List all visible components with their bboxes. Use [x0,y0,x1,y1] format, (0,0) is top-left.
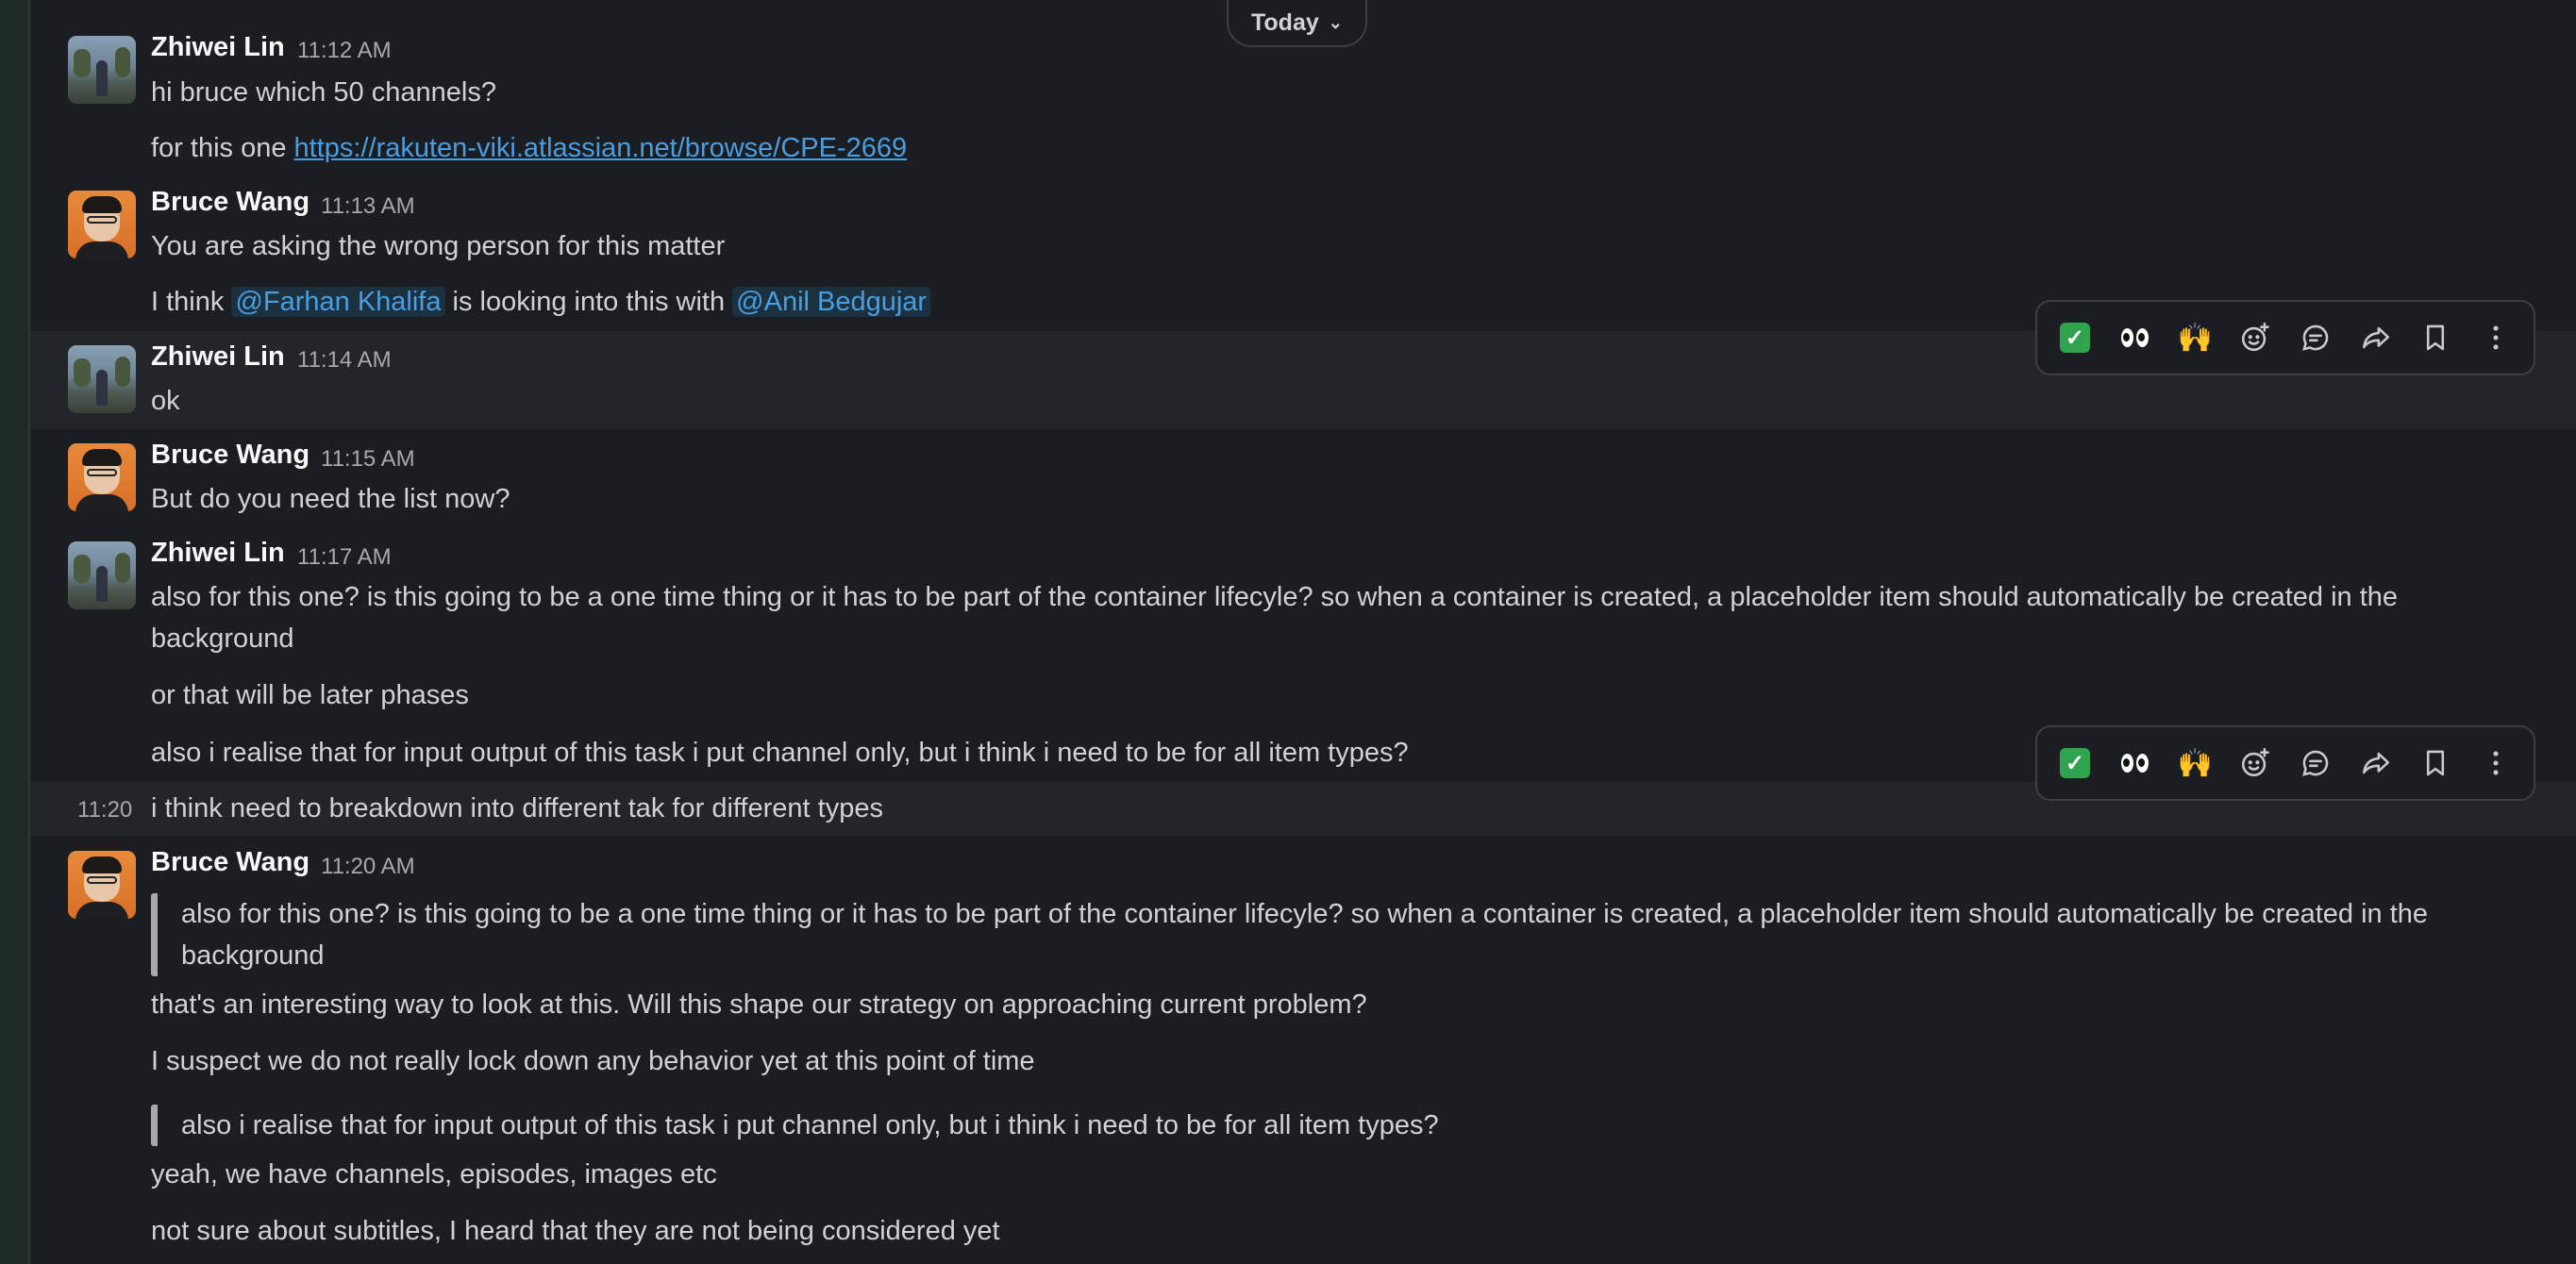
save-for-later-button[interactable] [2410,738,2461,789]
message-text: that's an interesting way to look at thi… [151,990,1367,1020]
message-author[interactable]: Zhiwei Lin [151,32,285,63]
add-reaction-icon [2242,747,2269,777]
jira-link[interactable]: https://rakuten-viki.atlassian.net/brows… [294,133,908,163]
raised-hands-icon: 🙌 [2177,322,2214,354]
eyes-icon [2121,754,2149,773]
message-timestamp[interactable]: 11:15 AM [321,446,415,473]
message-text: i think need to breakdown into different… [151,793,883,823]
message-author[interactable]: Bruce Wang [151,847,309,878]
message-text: hi bruce which 50 channels? [151,77,496,108]
check-mark-icon: ✓ [2059,748,2090,778]
bookmark-icon [2427,324,2445,351]
avatar[interactable] [68,36,136,104]
raised-hands-reaction-button[interactable]: 🙌 [2169,312,2220,363]
raised-hands-icon: 🙌 [2177,747,2214,779]
more-vertical-icon [2493,751,2499,775]
message-text-middle: is looking into this with [444,287,733,317]
reply-in-thread-button[interactable] [2290,312,2341,363]
message-text: I think @Farhan Khalifa is looking into … [151,281,931,323]
chevron-down-icon: ⌄ [1328,12,1343,32]
quoted-message: also for this one? is this going to be a… [151,893,2474,976]
add-reaction-button[interactable] [2230,312,2281,363]
more-actions-button[interactable] [2470,312,2521,363]
message-timestamp[interactable]: 11:13 AM [321,193,415,220]
message-text-prefix: I think [151,287,232,317]
message-text: or that will be later phases [151,680,469,710]
thread-icon [2302,750,2329,776]
user-mention[interactable]: @Anil Bedgujar [732,287,931,317]
message-author[interactable]: Bruce Wang [151,440,309,471]
message-text: ok [151,386,180,416]
avatar[interactable] [68,541,136,609]
more-actions-button[interactable] [2470,738,2521,789]
avatar[interactable] [68,345,136,413]
user-mention[interactable]: @Farhan Khalifa [231,287,445,317]
message-text: You are asking the wrong person for this… [151,231,726,261]
message-author[interactable]: Bruce Wang [151,187,309,218]
quoted-message: also i realise that for input output of … [151,1105,1439,1146]
message-text: not sure about subtitles, I heard that t… [151,1216,1000,1246]
message-timestamp[interactable]: 11:20 AM [321,854,415,880]
message-text: I suspect we do not really lock down any… [151,1046,1035,1076]
add-reaction-icon [2242,322,2269,352]
thread-icon [2302,324,2329,351]
more-vertical-icon [2493,325,2499,350]
workspace-sidebar-edge [0,0,28,1264]
white-check-mark-reaction-button[interactable]: ✓ [2049,738,2100,789]
date-divider-label: Today [1251,8,1319,36]
bookmark-icon [2427,750,2445,776]
eyes-icon [2121,328,2149,347]
message-timestamp[interactable]: 11:17 AM [297,544,392,571]
avatar[interactable] [68,443,136,511]
check-mark-icon: ✓ [2059,323,2090,353]
message-author[interactable]: Zhiwei Lin [151,341,285,373]
message-text: yeah, we have channels, episodes, images… [151,1159,717,1189]
forward-message-button[interactable] [2350,312,2401,363]
message-actions-toolbar: ✓ 🙌 [2035,300,2535,375]
message-text-prefix: for this one [151,133,294,163]
avatar[interactable] [68,191,136,258]
message-actions-toolbar: ✓ 🙌 [2035,725,2535,801]
message-timestamp[interactable]: 11:12 AM [297,38,392,64]
date-divider-button[interactable]: Today ⌄ [1227,0,1367,47]
forward-icon [2362,752,2389,774]
eyes-reaction-button[interactable] [2110,312,2161,363]
message-timestamp[interactable]: 11:20 [77,797,132,823]
white-check-mark-reaction-button[interactable]: ✓ [2049,312,2100,363]
raised-hands-reaction-button[interactable]: 🙌 [2169,738,2220,789]
reply-in-thread-button[interactable] [2290,738,2341,789]
message-text: also i realise that for input output of … [151,738,1409,768]
message-text: But do you need the list now? [151,484,510,514]
forward-message-button[interactable] [2350,738,2401,789]
message-timestamp[interactable]: 11:14 AM [297,347,392,374]
message-text: also for this one? is this going to be a… [151,582,2399,654]
eyes-reaction-button[interactable] [2110,738,2161,789]
forward-icon [2362,326,2389,349]
message-text: for this one https://rakuten-viki.atlass… [151,127,907,169]
add-reaction-button[interactable] [2230,738,2281,789]
message-author[interactable]: Zhiwei Lin [151,538,285,569]
avatar[interactable] [68,851,136,919]
save-for-later-button[interactable] [2410,312,2461,363]
